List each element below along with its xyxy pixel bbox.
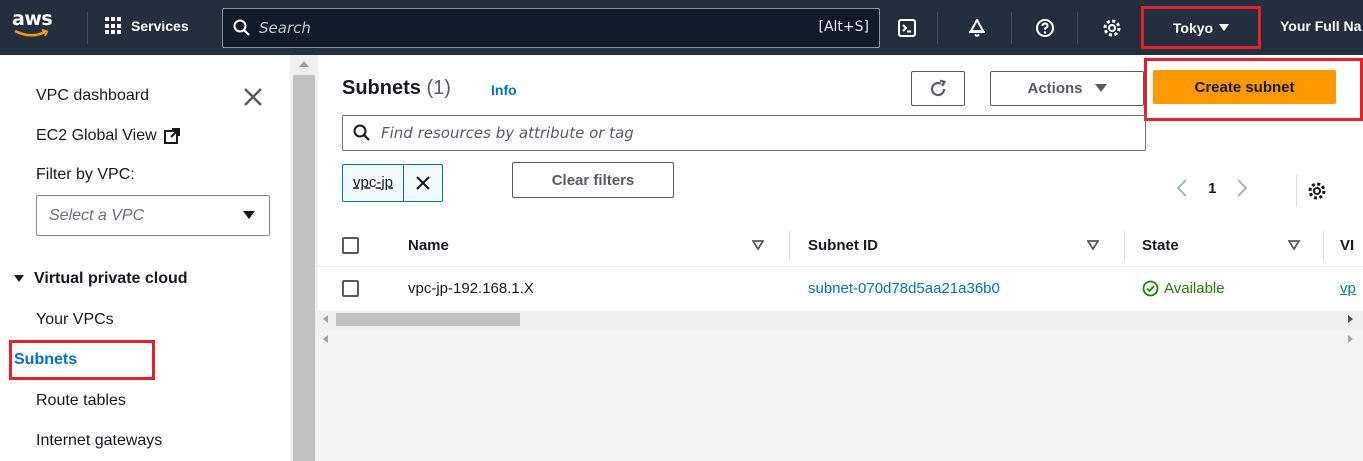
column-header-vpc[interactable]: VI (1340, 237, 1354, 254)
column-header-state[interactable]: State (1142, 237, 1179, 254)
search-shortcut: [Alt+S] (818, 19, 870, 35)
refresh-button[interactable] (911, 71, 965, 106)
sidebar-item-vpc-dashboard[interactable]: VPC dashboard (36, 87, 149, 105)
column-header-subnet-id[interactable]: Subnet ID (808, 237, 878, 254)
info-link[interactable]: Info (491, 82, 517, 98)
page-title: Subnets (1) (342, 77, 451, 100)
chevron-left-icon[interactable] (1176, 178, 1188, 198)
external-link-icon (163, 128, 180, 144)
sort-icon[interactable] (752, 240, 764, 250)
select-all-checkbox[interactable] (342, 237, 359, 254)
caret-down-icon (1219, 23, 1230, 31)
logo-text: aws (12, 8, 53, 30)
horizontal-scrollbar[interactable] (318, 310, 1363, 330)
filter-search[interactable] (342, 115, 1146, 151)
filter-input[interactable] (381, 124, 1081, 142)
scroll-left-icon[interactable] (323, 335, 328, 343)
sort-icon[interactable] (1288, 240, 1300, 250)
search-input[interactable] (259, 19, 779, 37)
aws-logo[interactable]: aws (12, 8, 60, 48)
create-subnet-button[interactable]: Create subnet (1153, 70, 1336, 104)
actions-button[interactable]: Actions (990, 71, 1144, 106)
divider (1296, 175, 1297, 207)
close-icon[interactable] (242, 86, 264, 113)
actions-label: Actions (1027, 80, 1083, 97)
section-virtual-private-cloud[interactable]: Virtual private cloud (14, 270, 188, 288)
sidebar-scrollbar[interactable] (290, 55, 318, 461)
scroll-up-icon[interactable] (299, 61, 309, 67)
remove-filter-icon[interactable] (404, 165, 442, 201)
cloudshell-icon[interactable] (895, 16, 919, 40)
page-number[interactable]: 1 (1208, 180, 1216, 197)
table-header: Name Subnet ID State VI (318, 225, 1363, 267)
nav-divider (937, 12, 938, 44)
section-title: Virtual private cloud (34, 270, 188, 287)
main-content: Subnets (1) Info Actions Create subnet v… (318, 55, 1363, 461)
global-search[interactable]: [Alt+S] (222, 8, 880, 48)
state-label: Available (1164, 280, 1225, 297)
caret-down-icon (1094, 84, 1107, 92)
sidebar-item-ec2-global-view[interactable]: EC2 Global View (36, 127, 181, 145)
sort-icon[interactable] (1087, 240, 1099, 250)
services-label: Services (131, 18, 189, 34)
table-row[interactable]: vpc-jp-192.168.1.X subnet-070d78d5aa21a3… (318, 268, 1363, 310)
filter-token-label: vpc-jp (343, 165, 405, 201)
user-menu[interactable]: Your Full Na (1280, 18, 1361, 34)
scrollbar-thumb[interactable] (336, 313, 520, 326)
clear-filters-button[interactable]: Clear filters (512, 162, 674, 198)
subnet-count: (1) (426, 77, 451, 99)
filter-token[interactable]: vpc-jp (342, 164, 444, 202)
sidebar-item-internet-gateways[interactable]: Internet gateways (36, 432, 162, 450)
vpc-select-placeholder: Select a VPC (49, 206, 145, 224)
chevron-right-icon[interactable] (1236, 178, 1248, 198)
region-label: Tokyo (1172, 19, 1214, 36)
cell-name: vpc-jp-192.168.1.X (408, 280, 534, 297)
cell-state: Available (1142, 280, 1225, 297)
sidebar-item-route-tables[interactable]: Route tables (36, 392, 126, 410)
nav-divider (1011, 12, 1012, 44)
sidebar-item-your-vpcs[interactable]: Your VPCs (36, 311, 114, 329)
column-separator[interactable] (789, 231, 790, 261)
smile-icon (14, 29, 49, 37)
vpc-select[interactable]: Select a VPC (36, 195, 270, 236)
scroll-right-icon[interactable] (1348, 335, 1353, 343)
sidebar-item-label: EC2 Global View (36, 127, 157, 144)
services-menu[interactable]: Services (105, 17, 189, 35)
caret-down-icon (243, 211, 255, 219)
nav-divider (1077, 12, 1078, 44)
settings-gear-icon[interactable] (1100, 16, 1124, 40)
nav-divider (87, 12, 88, 44)
scroll-left-icon[interactable] (323, 315, 328, 323)
caret-down-icon (14, 275, 24, 282)
preferences-gear-icon[interactable] (1307, 181, 1327, 206)
row-checkbox[interactable] (342, 280, 359, 297)
scrollbar-thumb[interactable] (293, 75, 315, 461)
page-title-text: Subnets (342, 77, 421, 99)
refresh-icon (930, 78, 947, 96)
region-selector[interactable]: Tokyo (1141, 6, 1261, 49)
horizontal-scrollbar[interactable] (318, 330, 1363, 350)
sidebar-item-subnets[interactable]: Subnets (14, 351, 77, 369)
search-icon (353, 124, 370, 141)
top-nav: aws Services [Alt+S] Tokyo Your Fu (0, 0, 1363, 55)
column-header-name[interactable]: Name (408, 237, 449, 254)
grid-icon (105, 17, 123, 35)
bell-icon[interactable] (965, 16, 989, 40)
pagination: 1 (1176, 178, 1248, 198)
column-separator[interactable] (1124, 231, 1125, 261)
scroll-right-icon[interactable] (1348, 315, 1353, 323)
filter-by-vpc-label: Filter by VPC: (36, 166, 135, 183)
help-icon[interactable] (1033, 16, 1057, 40)
search-icon (233, 19, 250, 36)
check-circle-icon (1142, 280, 1159, 297)
column-separator[interactable] (1323, 231, 1324, 261)
cell-subnet-id-link[interactable]: subnet-070d78d5aa21a36b0 (808, 280, 1000, 297)
cell-vpc-link[interactable]: vp (1340, 280, 1356, 297)
